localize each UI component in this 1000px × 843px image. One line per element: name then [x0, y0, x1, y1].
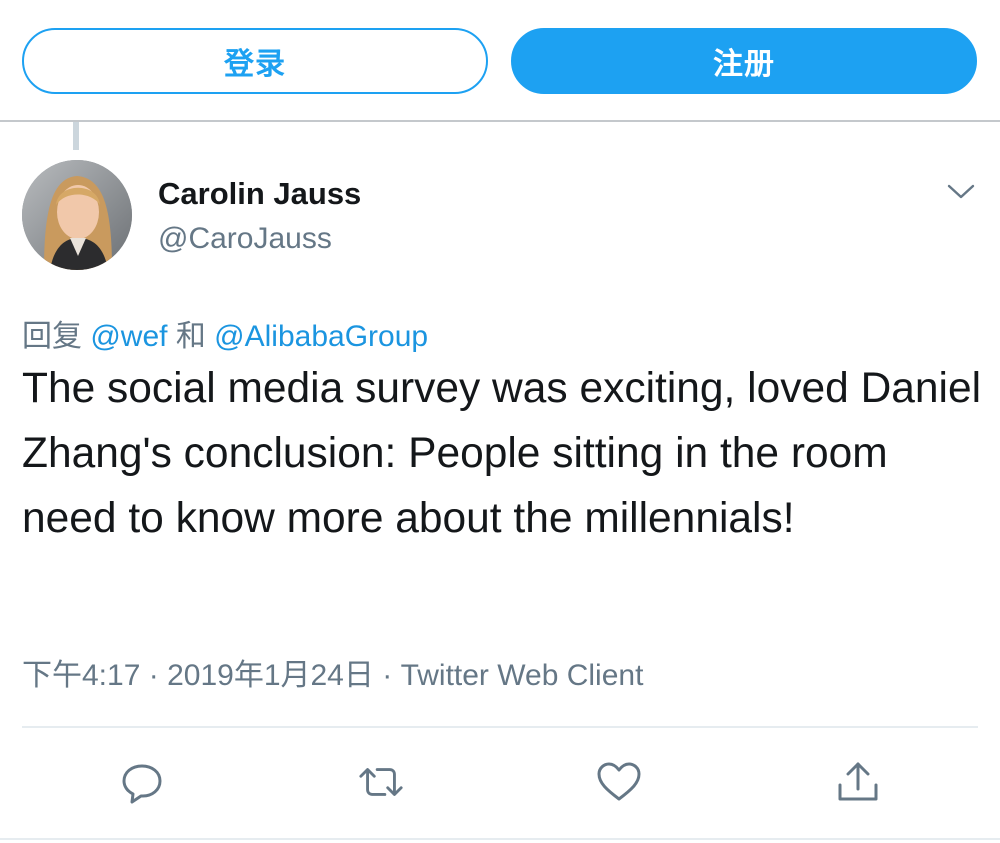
chevron-down-icon[interactable]: [944, 178, 978, 204]
tweet-text: The social media survey was exciting, lo…: [22, 365, 982, 542]
tweet-date[interactable]: 2019年1月24日: [167, 659, 374, 692]
share-icon[interactable]: [834, 758, 882, 806]
heart-icon[interactable]: [595, 758, 643, 806]
author-display-name[interactable]: Carolin Jauss: [158, 176, 361, 212]
tweet-client[interactable]: Twitter Web Client: [401, 659, 644, 692]
signup-button[interactable]: 注册: [511, 28, 977, 94]
login-button[interactable]: 登录: [22, 28, 488, 94]
tweet-metadata: 下午4:17 · 2019年1月24日 · Twitter Web Client: [22, 650, 643, 694]
meta-separator: ·: [382, 659, 393, 692]
top-bar: 登录 注册: [0, 0, 1000, 122]
mention-link[interactable]: @AlibabaGroup: [214, 320, 428, 353]
reply-icon[interactable]: [118, 758, 166, 806]
divider: [22, 726, 978, 728]
thread-connector-line: [73, 122, 79, 150]
avatar-photo: [22, 160, 132, 270]
mention-link[interactable]: @wef: [90, 320, 167, 353]
retweet-icon[interactable]: [357, 758, 405, 806]
tweet-time[interactable]: 下午4:17: [22, 659, 140, 692]
avatar[interactable]: [22, 160, 132, 270]
author-handle[interactable]: @CaroJauss: [158, 222, 332, 256]
reply-conjunction: 和: [175, 320, 206, 353]
reply-prefix: 回复: [22, 320, 82, 353]
reply-context: 回复 @wef 和 @AlibabaGroup: [22, 311, 428, 355]
tweet-bottom-border: [0, 838, 1000, 840]
meta-separator: ·: [148, 659, 159, 692]
